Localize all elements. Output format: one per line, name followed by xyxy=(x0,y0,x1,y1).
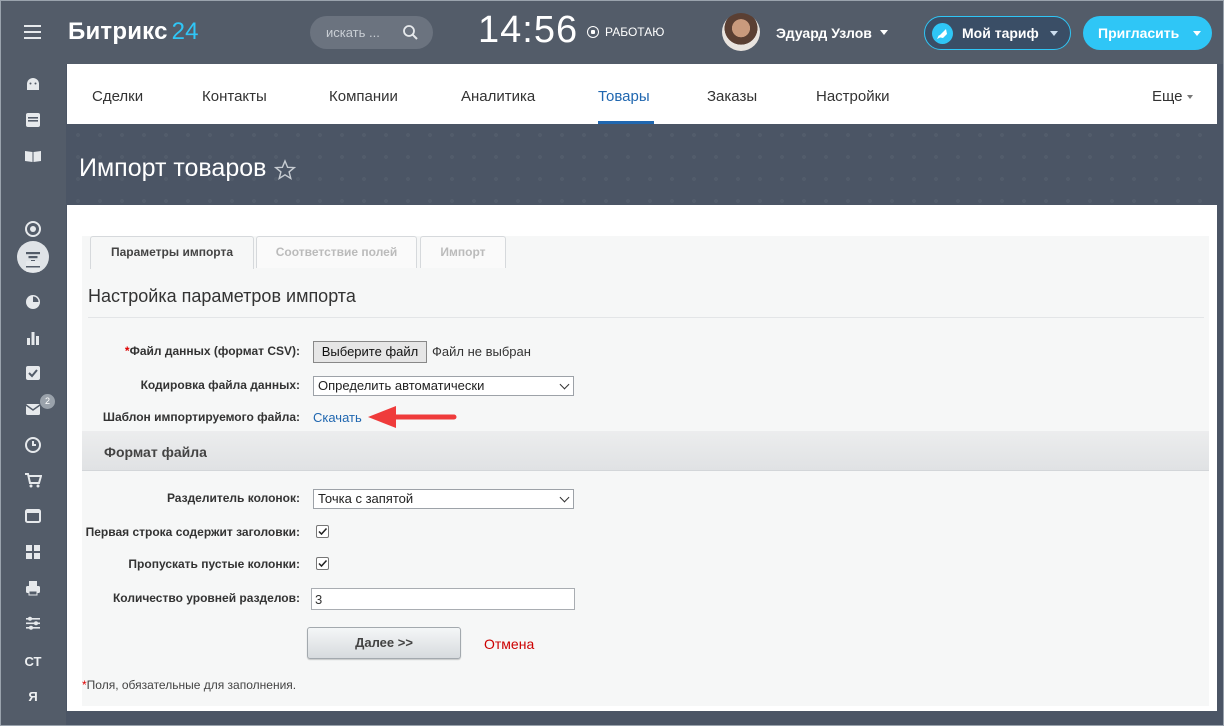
inbox-icon[interactable] xyxy=(21,254,45,278)
avatar[interactable] xyxy=(722,13,760,51)
nav-item-contacts[interactable]: Контакты xyxy=(202,88,267,105)
cart-icon[interactable] xyxy=(21,468,45,492)
check-icon xyxy=(318,527,328,536)
choose-file-button[interactable]: Выберите файл xyxy=(313,341,427,363)
encoding-label: Кодировка файла данных: xyxy=(140,378,300,392)
footnote-text: Поля, обязательные для заполнения. xyxy=(86,678,297,692)
rocket-icon xyxy=(932,23,953,44)
tariff-label: Мой тариф xyxy=(962,25,1039,41)
encoding-select[interactable]: Определить автоматически xyxy=(313,376,574,396)
sidebar-text-item-st[interactable]: СТ xyxy=(0,654,66,669)
invite-button[interactable]: Пригласить xyxy=(1083,16,1212,50)
separator-value: Точка с запятой xyxy=(318,491,414,506)
nav-item-companies[interactable]: Компании xyxy=(329,88,398,105)
nav-item-orders[interactable]: Заказы xyxy=(707,88,757,105)
chevron-down-icon[interactable] xyxy=(880,30,888,35)
file-label-text: Файл данных (формат CSV): xyxy=(129,344,300,358)
app-logo[interactable]: Битрикс 24 xyxy=(68,18,199,46)
nav-item-products[interactable]: Товары xyxy=(598,88,650,105)
required-footnote: *Поля, обязательные для заполнения. xyxy=(82,678,296,692)
chevron-down-icon xyxy=(1186,95,1193,100)
star-icon[interactable] xyxy=(274,159,296,181)
search-input[interactable]: искать ... xyxy=(326,25,380,40)
printer-icon[interactable] xyxy=(21,576,45,600)
search-box[interactable]: искать ... xyxy=(310,16,433,49)
levels-input[interactable]: 3 xyxy=(311,588,575,610)
nav-item-settings[interactable]: Настройки xyxy=(816,88,890,105)
pie-chart-icon[interactable] xyxy=(21,290,45,314)
skip-empty-checkbox[interactable] xyxy=(316,557,329,570)
android-icon[interactable] xyxy=(21,72,45,96)
separator-select[interactable]: Точка с запятой xyxy=(313,489,574,509)
format-section-title: Формат файла xyxy=(104,444,207,460)
logo-number: 24 xyxy=(171,18,199,45)
sliders-icon[interactable] xyxy=(21,611,45,635)
file-label: *Файл данных (формат CSV): xyxy=(80,344,300,358)
book-icon[interactable] xyxy=(21,144,45,168)
work-status-label[interactable]: РАБОТАЮ xyxy=(605,25,664,39)
nav-item-deals[interactable]: Сделки xyxy=(92,88,143,105)
bar-chart-icon[interactable] xyxy=(21,326,45,350)
search-icon[interactable] xyxy=(402,24,419,41)
nav-item-analytics[interactable]: Аналитика xyxy=(461,88,535,105)
first-row-checkbox[interactable] xyxy=(316,525,329,538)
tariff-button[interactable]: Мой тариф xyxy=(924,16,1071,50)
tab-field-mapping[interactable]: Соответствие полей xyxy=(256,236,417,268)
menu-icon[interactable] xyxy=(24,25,41,39)
chevron-down-icon xyxy=(1193,31,1201,36)
template-label: Шаблон импортируемого файла: xyxy=(102,410,300,424)
grid-icon[interactable] xyxy=(21,540,45,564)
red-arrow-annotation xyxy=(368,406,457,428)
window-icon[interactable] xyxy=(21,504,45,528)
left-sidebar: 2 СТ Я xyxy=(0,64,66,726)
sidebar-text-item-ya[interactable]: Я xyxy=(0,689,66,704)
chevron-down-icon xyxy=(559,492,570,503)
tab-import-params[interactable]: Параметры импорта xyxy=(90,236,254,269)
separator-label: Разделитель колонок: xyxy=(166,491,300,505)
clock-icon[interactable] xyxy=(21,433,45,457)
work-status-icon[interactable] xyxy=(587,26,599,38)
download-link[interactable]: Скачать xyxy=(313,410,362,425)
chevron-down-icon xyxy=(559,379,570,390)
first-row-label: Первая строка содержит заголовки: xyxy=(85,525,300,539)
chevron-down-icon xyxy=(1050,31,1058,36)
next-button[interactable]: Далее >> xyxy=(307,627,461,659)
format-section-header xyxy=(82,431,1209,471)
mail-badge: 2 xyxy=(40,394,55,409)
calendar-icon[interactable] xyxy=(21,108,45,132)
encoding-value: Определить автоматически xyxy=(318,378,485,393)
target-icon[interactable] xyxy=(21,217,45,241)
nav-more[interactable]: Еще xyxy=(1152,88,1193,105)
logo-text: Битрикс xyxy=(68,18,168,45)
levels-label: Количество уровней разделов: xyxy=(112,591,300,605)
page-title: Импорт товаров xyxy=(79,154,267,182)
clock[interactable]: 14:56 xyxy=(478,9,578,52)
invite-label: Пригласить xyxy=(1098,25,1180,41)
file-status: Файл не выбран xyxy=(432,344,531,359)
divider xyxy=(88,317,1204,318)
check-icon xyxy=(318,559,328,568)
nav-more-label: Еще xyxy=(1152,88,1183,105)
cancel-link[interactable]: Отмена xyxy=(484,636,534,652)
user-name[interactable]: Эдуард Узлов xyxy=(776,25,872,41)
crm-nav-bar: Сделки Контакты Компании Аналитика Товар… xyxy=(67,64,1217,124)
top-bar: Битрикс 24 искать ... 14:56 РАБОТАЮ Эдуар… xyxy=(0,0,1224,64)
skip-empty-label: Пропускать пустые колонки: xyxy=(128,557,300,571)
tab-import[interactable]: Импорт xyxy=(420,236,506,268)
checklist-icon[interactable] xyxy=(21,361,45,385)
section-title: Настройка параметров импорта xyxy=(88,286,356,306)
